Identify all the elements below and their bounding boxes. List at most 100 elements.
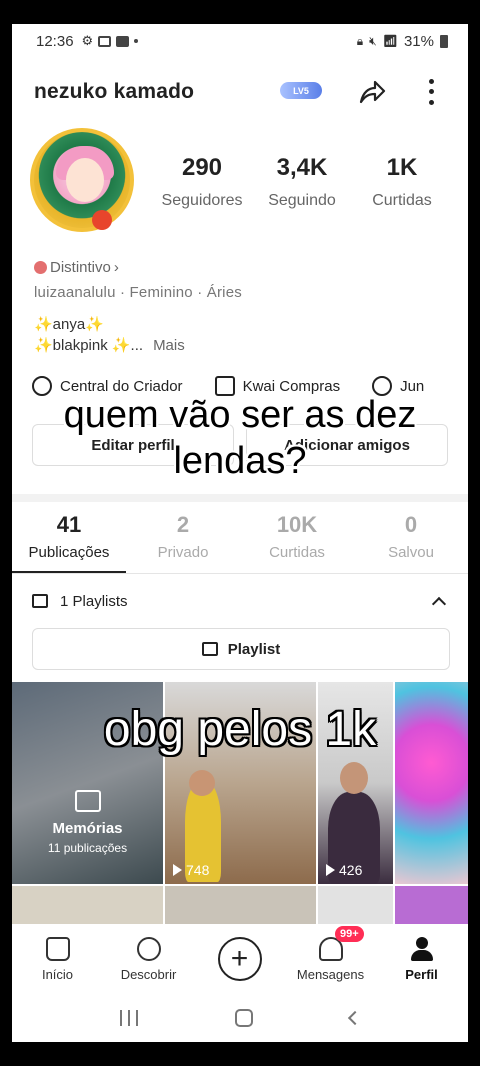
messages-badge: 99+ [335,926,364,942]
memories-info: Memórias 11 publicações [12,790,163,855]
playlist-button[interactable]: Playlist [32,628,450,670]
nav-home[interactable]: Início [12,924,103,994]
status-bar: 12:36 ⚙ 🔒︎ 🔇︎ 📶︎ 31% [12,24,468,58]
gear-icon: ⚙ [81,33,94,48]
video-thumbnail[interactable]: 426 [318,682,393,884]
shortcut-label: Jun [400,377,425,395]
stat-label: Seguidores [161,192,243,209]
stat-label: Seguindo [268,192,336,209]
tab-publications[interactable]: 41 Publicações [12,512,126,561]
profile-info: luizaanalulu · Feminino · Áries [34,284,242,301]
notification-icon [98,35,112,47]
memories-title: Memórias [52,820,123,837]
view-count-value: 426 [339,862,363,878]
video-thumbnail[interactable]: 748 [165,682,316,884]
bio-line-2: ✨blakpink ✨... Mais [34,335,185,356]
album-icon [74,790,101,812]
nav-label: Descobrir [120,966,177,982]
video-thumbnail[interactable] [165,886,316,926]
username: nezuko kamado [34,80,195,103]
avatar[interactable] [30,128,134,232]
back-icon[interactable] [347,1010,362,1026]
playlist-button-label: Playlist [227,640,281,658]
video-thumbnail[interactable] [318,886,393,926]
shortcut-label: Central do Criador [60,377,183,395]
plus-icon: + [217,937,262,981]
play-icon [173,864,182,876]
distintivo-label: Distintivo [50,259,111,276]
video-thumbnail[interactable] [395,886,468,926]
dot-icon [134,39,139,43]
content-tabs: 41 Publicações 2 Privado 10K Curtidas 0 … [12,512,468,561]
view-count-value: 748 [186,862,210,878]
playlist-icon [32,594,48,608]
stat-likes[interactable]: 1K Curtidas [352,154,452,210]
tab-count: 0 [404,512,418,537]
video-grid-row-2 [12,886,468,926]
shortcut-kwai-shop[interactable]: Kwai Compras [214,376,340,396]
compass-icon [136,936,161,961]
video-thumbnail[interactable] [12,886,163,926]
section-divider [12,494,468,502]
tab-likes[interactable]: 10K Curtidas [240,512,354,561]
stat-label: Curtidas [372,192,432,209]
lock-icon: 🔒︎ [356,33,364,48]
view-count: 426 [326,862,362,878]
nav-label: Mensagens [296,966,365,982]
tab-label: Publicações [28,544,110,561]
tab-count: 10K [276,512,318,537]
battery-level: 31% [403,32,434,50]
stat-following[interactable]: 3,4K Seguindo [252,154,352,210]
tabs-border [12,573,468,574]
stat-followers[interactable]: 290 Seguidores [152,154,252,210]
nav-label: Perfil [405,966,438,982]
tab-label: Salvou [388,544,434,561]
view-count: 748 [173,862,209,878]
distintivo-link[interactable]: Distintivo › [34,259,119,276]
recent-apps-icon[interactable] [120,1010,139,1026]
more-options-icon[interactable] [424,76,438,108]
memories-album[interactable]: Memórias 11 publicações [12,682,163,884]
nav-discover[interactable]: Descobrir [103,924,194,994]
stat-value: 1K [386,154,418,181]
tab-saved[interactable]: 0 Salvou [354,512,468,561]
nav-messages[interactable]: 99+ Mensagens [285,924,376,994]
memories-count: 11 publicações [47,841,128,855]
notification-icons: ⚙ [82,33,139,49]
stat-value: 290 [181,154,223,181]
add-friends-button[interactable]: Adicionar amigos [246,424,448,466]
tab-label: Curtidas [269,544,325,561]
video-grid: Memórias 11 publicações 748 426 [12,682,468,884]
tab-private[interactable]: 2 Privado [126,512,240,561]
wifi-icon: 📶︎ [382,34,398,48]
person-head [340,762,368,794]
action-buttons: Editar perfil Adicionar amigos [32,424,448,466]
lightning-icon [32,376,52,396]
person-head [189,770,215,796]
share-icon[interactable] [356,76,388,108]
home-icon [45,936,70,961]
chevron-up-icon[interactable] [431,596,447,611]
tab-count: 2 [176,512,190,537]
nav-create[interactable]: + [194,924,285,994]
playlists-section-header[interactable]: 1 Playlists [32,586,448,616]
battery-icon [440,34,448,48]
system-navigation [12,994,468,1042]
video-thumbnail[interactable] [395,682,468,884]
shortcut-creator-center[interactable]: Central do Criador [32,376,183,396]
badge-icon [34,261,47,274]
home-button-icon[interactable] [234,1009,253,1027]
profile-stats: 290 Seguidores 3,4K Seguindo 1K Curtidas [152,154,452,210]
edit-profile-button[interactable]: Editar perfil [32,424,234,466]
level-badge[interactable]: LV5 [280,82,322,99]
shopping-bag-icon [214,376,235,396]
profile-icon [410,936,433,961]
stat-value: 3,4K [276,154,328,181]
tab-count: 41 [56,512,82,537]
mute-icon: 🔇︎ [369,33,377,48]
tent-icon [372,376,393,396]
shortcut-more[interactable]: Jun [372,376,424,396]
more-link[interactable]: Mais [153,337,185,354]
nav-profile[interactable]: Perfil [376,924,467,994]
shortcuts-row: Central do Criador Kwai Compras Jun [32,376,424,396]
